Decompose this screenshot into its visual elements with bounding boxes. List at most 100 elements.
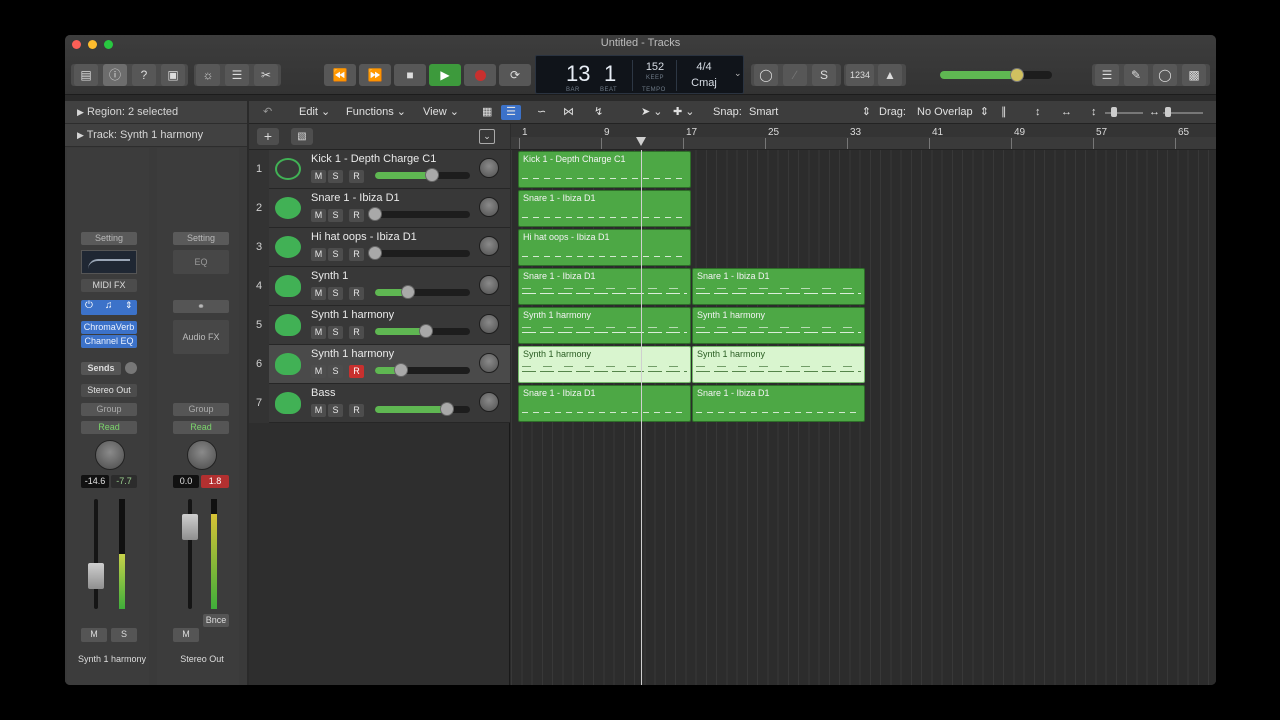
- track-volume-knob[interactable]: [425, 168, 439, 182]
- master-volume-slider[interactable]: [940, 71, 1052, 79]
- track-volume-knob[interactable]: [368, 246, 382, 260]
- link-button[interactable]: ⚭: [173, 300, 229, 313]
- mute-button[interactable]: M: [311, 365, 326, 378]
- loop-browser-button[interactable]: ◯: [1153, 64, 1177, 86]
- region[interactable]: Snare 1 - Ibiza D1: [692, 385, 865, 422]
- editors-button[interactable]: ✂: [254, 64, 278, 86]
- playhead-marker[interactable]: [636, 137, 646, 146]
- pan-knob[interactable]: [187, 440, 217, 470]
- metronome-button[interactable]: ▲: [878, 64, 902, 86]
- grid-view-icon[interactable]: ▦: [482, 101, 492, 124]
- region[interactable]: Snare 1 - Ibiza D1: [518, 190, 691, 227]
- track-pan-knob[interactable]: [479, 353, 499, 373]
- record-enable-button[interactable]: R: [349, 248, 364, 261]
- mute-button[interactable]: M: [311, 404, 326, 417]
- lcd-signature[interactable]: 4/4: [686, 61, 722, 73]
- automation-icon[interactable]: ∽: [537, 101, 546, 124]
- track-volume-slider[interactable]: [375, 289, 470, 296]
- inspector-button[interactable]: ⓘ: [103, 64, 127, 86]
- smart-controls-button[interactable]: ☼: [196, 64, 220, 86]
- track-name[interactable]: Hi hat oops - Ibiza D1: [311, 231, 417, 243]
- track-pan-knob[interactable]: [479, 158, 499, 178]
- track-header[interactable]: 7 Bass M S R: [249, 384, 510, 423]
- mute-button[interactable]: M: [311, 287, 326, 300]
- solo-button[interactable]: S: [111, 628, 137, 642]
- global-tracks-button[interactable]: ⌄: [479, 129, 495, 144]
- cycle-button[interactable]: ⟳: [499, 64, 531, 86]
- track-name[interactable]: Bass: [311, 387, 335, 399]
- eq-button[interactable]: EQ: [173, 250, 229, 274]
- track-volume-slider[interactable]: [375, 211, 470, 218]
- view-menu[interactable]: View ⌄: [423, 101, 459, 124]
- play-button[interactable]: ▶: [429, 64, 461, 86]
- stop-button[interactable]: ■: [394, 64, 426, 86]
- track-header[interactable]: 6 Synth 1 harmony M S R: [249, 345, 510, 384]
- fit-horizontal-icon[interactable]: ↔: [1061, 101, 1072, 124]
- list-editors-button[interactable]: ☰: [1095, 64, 1119, 86]
- toolbar-button[interactable]: ▣: [161, 64, 185, 86]
- track-volume-slider[interactable]: [375, 172, 470, 179]
- track-header[interactable]: 4 Synth 1 MSR: [249, 267, 510, 306]
- audio-fx-slot[interactable]: Audio FX: [173, 320, 229, 354]
- lcd-dropdown-chevron-icon[interactable]: ⌄: [734, 68, 742, 79]
- horizontal-zoom-thumb[interactable]: [1165, 107, 1171, 117]
- automation-mode[interactable]: Read: [173, 421, 229, 434]
- cycle-region-bar[interactable]: [511, 124, 1216, 137]
- solo-button[interactable]: S: [328, 170, 343, 183]
- record-enable-button[interactable]: R: [349, 287, 364, 300]
- region-inspector-header[interactable]: ▶ Region: 2 selected: [65, 101, 247, 124]
- catch-icon[interactable]: ↯: [594, 101, 603, 124]
- track-volume-knob[interactable]: [401, 285, 415, 299]
- sends-knob[interactable]: [125, 362, 137, 374]
- power-icon[interactable]: ⏻: [85, 300, 93, 311]
- slot-chevron-icon[interactable]: ⇕: [125, 300, 133, 311]
- mute-button[interactable]: M: [311, 170, 326, 183]
- edit-menu[interactable]: Edit ⌄: [299, 101, 330, 124]
- region[interactable]: Snare 1 - Ibiza D1: [518, 268, 691, 305]
- mute-button[interactable]: M: [81, 628, 107, 642]
- plugin-slot-1[interactable]: ChromaVerb: [81, 321, 137, 334]
- track-volume-knob[interactable]: [368, 207, 382, 221]
- track-pan-knob[interactable]: [479, 236, 499, 256]
- track-header[interactable]: 3 Hi hat oops - Ibiza D1 M S R: [249, 228, 510, 267]
- solo-button[interactable]: S: [328, 287, 343, 300]
- replace-button[interactable]: ∕: [783, 64, 807, 86]
- record-button[interactable]: [464, 64, 496, 86]
- library-button[interactable]: ▤: [74, 64, 98, 86]
- region[interactable]: Hi hat oops - Ibiza D1: [518, 229, 691, 266]
- pan-knob[interactable]: [95, 440, 125, 470]
- solo-button[interactable]: S: [328, 326, 343, 339]
- track-volume-knob[interactable]: [394, 363, 408, 377]
- track-name[interactable]: Snare 1 - Ibiza D1: [311, 192, 400, 204]
- record-enable-button[interactable]: R: [349, 404, 364, 417]
- sends-button[interactable]: Sends: [81, 362, 121, 375]
- track-header[interactable]: 2 Snare 1 - Ibiza D1 M S R: [249, 189, 510, 228]
- midi-fx-slot[interactable]: MIDI FX: [81, 279, 137, 292]
- track-pan-knob[interactable]: [479, 197, 499, 217]
- browsers-button[interactable]: ▩: [1182, 64, 1206, 86]
- drag-dropdown[interactable]: No Overlap ⇕: [917, 101, 989, 124]
- back-arrow-icon[interactable]: ↶: [263, 101, 272, 124]
- group-slot[interactable]: Group: [173, 403, 229, 416]
- functions-menu[interactable]: Functions ⌄: [346, 101, 406, 124]
- solo-button[interactable]: S: [812, 64, 836, 86]
- track-name[interactable]: Synth 1 harmony: [311, 348, 394, 360]
- region[interactable]: Snare 1 - Ibiza D1: [692, 268, 865, 305]
- record-enable-button[interactable]: R: [349, 326, 364, 339]
- volume-fader[interactable]: [88, 563, 104, 589]
- automation-mode[interactable]: Read: [81, 421, 137, 434]
- arrange-grid[interactable]: Kick 1 - Depth Charge C1 Snare 1 - Ibiza…: [511, 150, 1216, 685]
- plugin-slot-2[interactable]: Channel EQ: [81, 335, 137, 348]
- secondary-tool-menu[interactable]: ✚ ⌄: [673, 101, 695, 124]
- mute-button[interactable]: M: [173, 628, 199, 642]
- region[interactable]: Snare 1 - Ibiza D1: [518, 385, 691, 422]
- track-name[interactable]: Synth 1 harmony: [311, 309, 394, 321]
- flex-icon[interactable]: ⋈: [563, 101, 574, 124]
- lcd-display[interactable]: 13 1 BAR BEAT 152 KEEP TEMPO 4/4 Cmaj ⌄: [535, 55, 744, 94]
- vertical-zoom-thumb[interactable]: [1111, 107, 1117, 117]
- quick-help-button[interactable]: ?: [132, 64, 156, 86]
- record-enable-button[interactable]: R: [349, 170, 364, 183]
- volume-fader[interactable]: [182, 514, 198, 540]
- fast-forward-button[interactable]: ⏩: [359, 64, 391, 86]
- track-volume-slider[interactable]: [375, 406, 470, 413]
